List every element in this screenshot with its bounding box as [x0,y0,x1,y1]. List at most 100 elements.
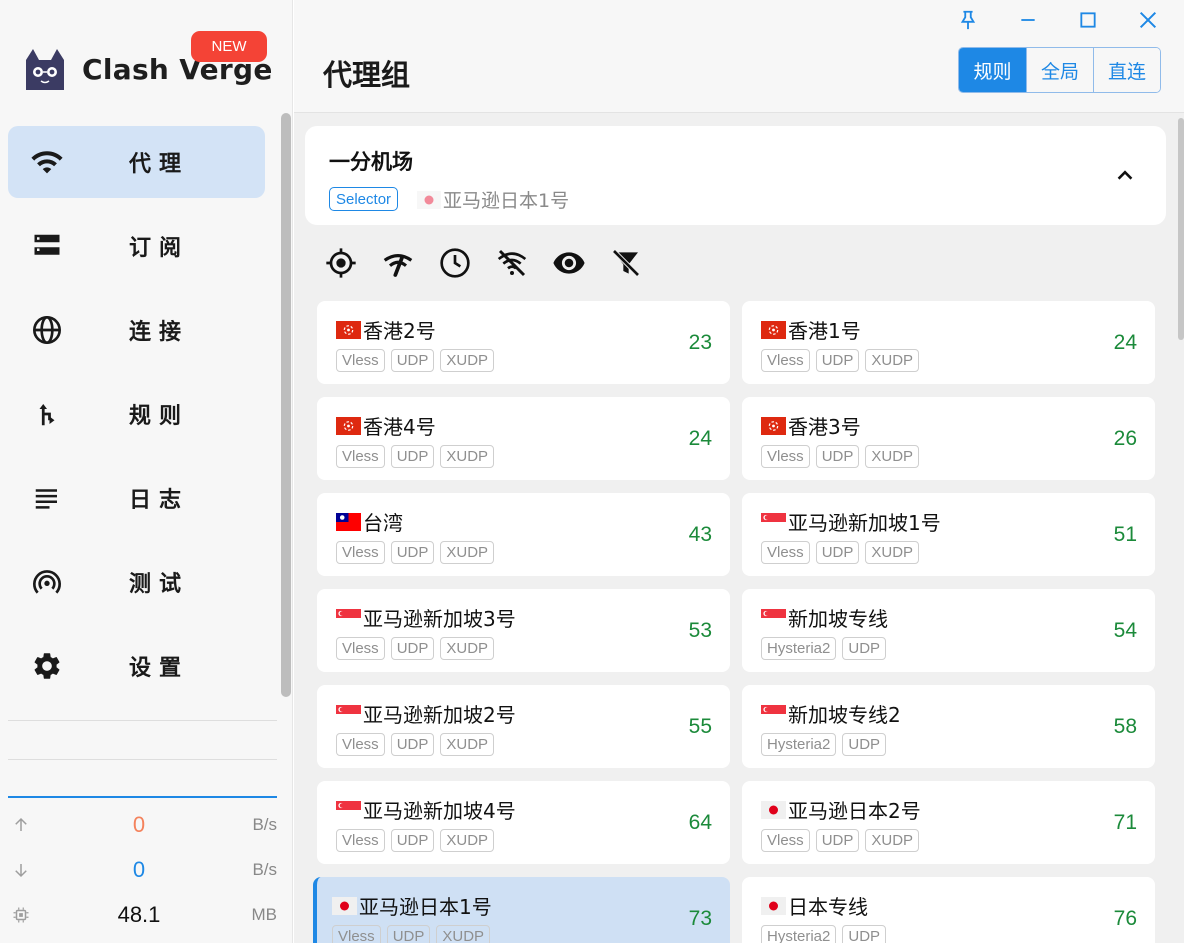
protocol-tag: Hysteria2 [761,733,837,756]
download-unit: B/s [252,860,277,879]
node-tags: Hysteria2 UDP [761,925,892,943]
proxy-node[interactable]: 日本专线 Hysteria2 UDP 76 [742,877,1155,943]
main-scrollbar[interactable] [1178,118,1184,340]
node-delay[interactable]: 51 [1114,523,1137,547]
sidebar-item-connections[interactable]: 连接 [8,294,265,366]
proxy-node[interactable]: 香港1号 Vless UDP XUDP 24 [742,301,1155,384]
protocol-tag: Vless [332,925,381,943]
taiwan-flag-icon [336,512,361,531]
protocol-tag: UDP [815,349,860,372]
node-delay[interactable]: 76 [1114,907,1137,931]
proxy-node[interactable]: 亚马逊新加坡4号 Vless UDP XUDP 64 [317,781,730,864]
node-tags: Vless UDP XUDP [336,637,500,660]
mode-global-button[interactable]: 全局 [1026,48,1093,92]
sidebar-nav: 代理 订阅 连接 规则 日志 测试 设置 [8,126,265,714]
proxy-group-card[interactable]: 一分机场 Selector 亚马逊日本1号 [305,126,1166,225]
filter-unavailable-button[interactable] [495,246,529,280]
show-details-button[interactable] [552,246,586,280]
proxy-node[interactable]: 香港2号 Vless UDP XUDP 23 [317,301,730,384]
minimize-button[interactable] [998,6,1058,34]
node-delay[interactable]: 64 [689,811,712,835]
node-delay[interactable]: 26 [1114,427,1137,451]
protocol-tag: UDP [390,445,435,468]
group-current-node: 亚马逊日本1号 [417,186,569,213]
lines-icon [30,481,64,515]
node-name: 台湾 [336,507,403,536]
node-tags: Vless UDP XUDP [761,541,925,564]
proxy-node[interactable]: 亚马逊日本2号 Vless UDP XUDP 71 [742,781,1155,864]
arrow-up-icon [11,815,31,835]
proxy-node[interactable]: 新加坡专线 Hysteria2 UDP 54 [742,589,1155,672]
proxy-node[interactable]: 亚马逊新加坡2号 Vless UDP XUDP 55 [317,685,730,768]
protocol-tag: XUDP [436,925,491,943]
hong-kong-flag-icon [761,416,786,435]
fork-arrow-icon [30,397,64,431]
sidebar-item-rules[interactable]: 规则 [8,378,265,450]
protocol-tag: UDP [390,349,435,372]
proxy-node[interactable]: 亚马逊新加坡3号 Vless UDP XUDP 53 [317,589,730,672]
proxy-node[interactable]: 香港3号 Vless UDP XUDP 26 [742,397,1155,480]
node-delay[interactable]: 58 [1114,715,1137,739]
singapore-flag-icon [761,608,786,627]
protocol-tag: Hysteria2 [761,925,837,943]
sidebar-item-test[interactable]: 测试 [8,546,265,618]
page-title: 代理组 [323,58,411,92]
filter-off-icon [612,249,640,277]
close-icon [1139,11,1157,29]
new-badge: NEW [191,31,267,62]
protocol-tag: Vless [761,541,810,564]
node-delay[interactable]: 71 [1114,811,1137,835]
wifi-off-icon [497,249,527,277]
memory-usage: 48.1 [117,902,161,927]
node-name: 日本专线 [761,891,868,920]
locate-button[interactable] [324,246,358,280]
cat-logo-icon [26,49,64,90]
singapore-flag-icon [761,512,786,531]
node-delay[interactable]: 54 [1114,619,1137,643]
close-button[interactable] [1118,6,1178,34]
protocol-tag: Vless [761,445,810,468]
mode-direct-button[interactable]: 直连 [1093,48,1160,92]
node-tags: Hysteria2 UDP [761,733,892,756]
sidebar-item-logs[interactable]: 日志 [8,462,265,534]
proxy-node[interactable]: 亚马逊新加坡1号 Vless UDP XUDP 51 [742,493,1155,576]
node-name: 香港2号 [336,315,436,344]
node-delay[interactable]: 53 [689,619,712,643]
sidebar-item-proxy[interactable]: 代理 [8,126,265,198]
chevron-up-icon[interactable] [1114,164,1136,186]
pin-button[interactable] [938,6,998,34]
node-delay[interactable]: 73 [689,907,712,931]
maximize-button[interactable] [1058,6,1118,34]
proxy-node[interactable]: 新加坡专线2 Hysteria2 UDP 58 [742,685,1155,768]
node-name: 亚马逊日本2号 [761,795,921,824]
sidebar-item-subscription[interactable]: 订阅 [8,210,265,282]
speed-test-button[interactable] [381,246,415,280]
sidebar-divider [8,759,277,760]
node-delay[interactable]: 23 [689,331,712,355]
node-delay[interactable]: 24 [1114,331,1137,355]
proxy-node[interactable]: 台湾 Vless UDP XUDP 43 [317,493,730,576]
node-delay[interactable]: 43 [689,523,712,547]
sidebar-scrollbar[interactable] [281,113,291,697]
protocol-tag: UDP [815,829,860,852]
node-delay[interactable]: 55 [689,715,712,739]
node-delay[interactable]: 24 [689,427,712,451]
protocol-tag: Vless [761,349,810,372]
japan-flag-icon [332,896,357,915]
mode-rule-button[interactable]: 规则 [959,48,1026,92]
wifi-icon [30,145,64,179]
sort-by-delay-button[interactable] [438,246,472,280]
sidebar-item-settings[interactable]: 设置 [8,630,265,702]
proxy-node[interactable]: 亚马逊日本1号 Vless UDP XUDP 73 [313,877,730,943]
protocol-tag: Hysteria2 [761,637,837,660]
filter-button[interactable] [609,246,643,280]
protocol-tag: Vless [336,829,385,852]
japan-flag-icon [761,896,786,915]
proxy-node[interactable]: 香港4号 Vless UDP XUDP 24 [317,397,730,480]
traffic-graph-line [8,796,277,798]
sidebar-item-label: 测试 [129,572,190,597]
protocol-tag: XUDP [440,541,495,564]
memory-chip-icon [11,905,31,925]
gear-icon [30,649,64,683]
protocol-tag: Vless [336,637,385,660]
